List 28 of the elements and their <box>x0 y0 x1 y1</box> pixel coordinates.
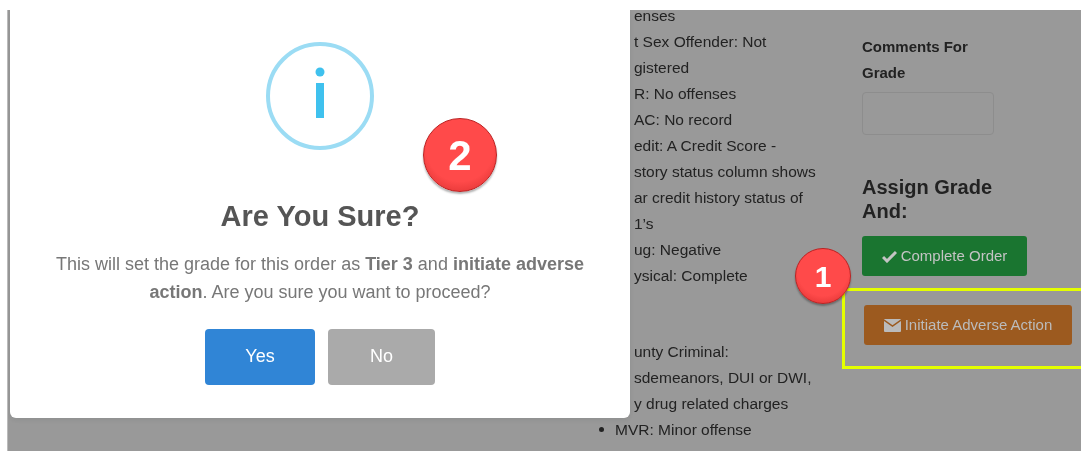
cancel-button[interactable]: No <box>328 328 435 385</box>
envelope-icon <box>883 318 901 332</box>
list-item-text: ar credit history status of <box>634 189 803 206</box>
dialog-title: Are You Sure? <box>219 199 421 234</box>
list-item-text: ysical: Complete <box>634 267 748 284</box>
list-item-text: enses <box>634 10 676 24</box>
dialog-message: This will set the grade for this order as Tier 3 and initiate adverse action. Are you sure you want to proceed? <box>55 252 585 304</box>
bullet-icon <box>599 426 604 432</box>
info-icon <box>265 41 375 151</box>
list-item-text: story status column shows <box>634 163 816 180</box>
list-item-text: y drug related charges <box>634 395 789 412</box>
assign-grade-heading: Assign Grade And: <box>862 175 994 223</box>
check-icon <box>881 249 897 263</box>
list-item-text: edit: A Credit Score - <box>634 137 777 154</box>
list-item-text: ug: Negative <box>634 241 722 258</box>
callout-number: 1 <box>795 248 851 304</box>
confirm-button[interactable]: Yes <box>205 328 315 385</box>
list-item-text: gistered <box>634 59 690 76</box>
list-item-text: unty Criminal: <box>634 343 729 360</box>
complete-order-button[interactable]: Complete Order <box>862 236 1027 276</box>
list-item-text: MVR: Minor offense <box>615 421 752 438</box>
list-item-text: R: No offenses <box>634 85 737 102</box>
comments-label: Comments For Grade <box>862 37 969 83</box>
list-item-text: AC: No record <box>634 111 733 128</box>
adverse-action-button[interactable]: Initiate Adverse Action <box>864 305 1072 345</box>
list-item-text: sdemeanors, DUI or DWI, <box>634 369 812 386</box>
list-item-text: t Sex Offender: Not <box>634 33 767 50</box>
list-item-text: 1’s <box>634 215 654 232</box>
